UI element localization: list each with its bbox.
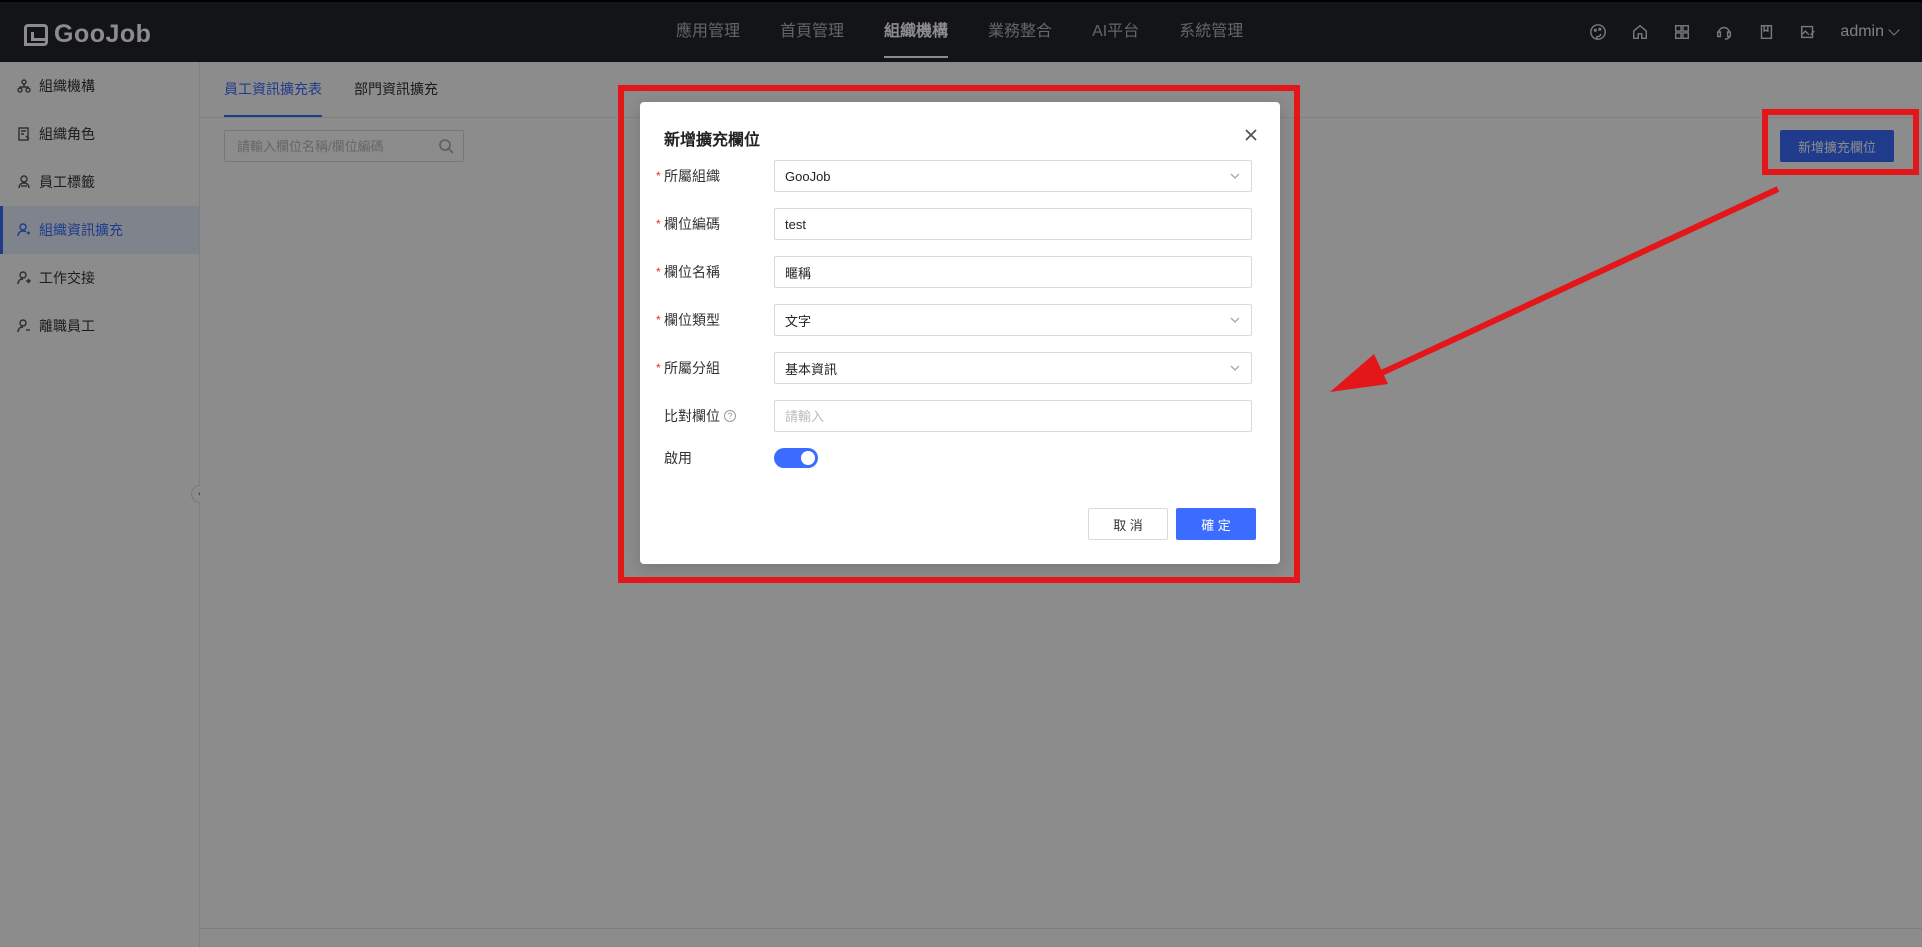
annotation-highlight-add-button [1762,109,1919,175]
annotation-highlight-dialog [618,85,1300,583]
